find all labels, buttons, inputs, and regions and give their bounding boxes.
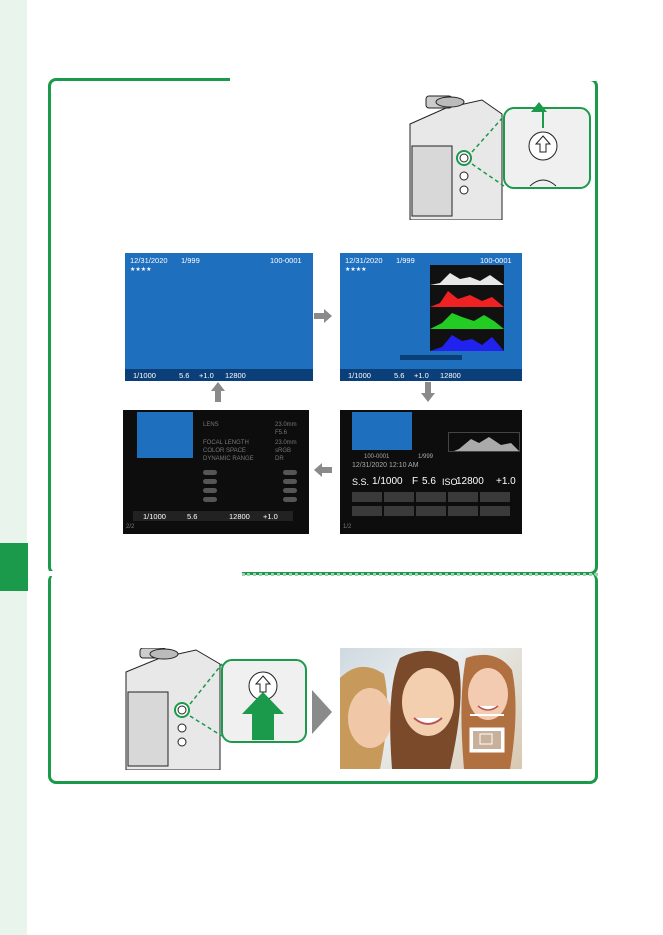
exposure-comp: +1.0 — [263, 512, 278, 521]
rating-stars: ★★★★ — [345, 267, 367, 273]
rating-stars: ★★★★ — [130, 267, 152, 273]
page-indicator: 1/2 — [343, 524, 352, 530]
side-strip — [0, 0, 27, 935]
datetime-text: 12/31/2020 12:10 AM — [352, 462, 419, 469]
info-cell — [416, 492, 446, 502]
info-cell — [448, 506, 478, 516]
shutter-value: 1/1000 — [372, 476, 403, 487]
info-pill — [203, 497, 217, 502]
info-cell — [480, 506, 510, 516]
info-cell — [480, 492, 510, 502]
camera-illustration — [409, 95, 591, 220]
info-cell — [448, 492, 478, 502]
section-header-gap — [230, 74, 602, 81]
dynamic-range-value: DR — [275, 456, 284, 462]
info-pill — [283, 488, 297, 493]
info-pill — [203, 488, 217, 493]
color-space-label: COLOR SPACE — [203, 448, 246, 454]
aperture-value: 5.6 — [394, 371, 405, 380]
dynamic-range-label: DYNAMIC RANGE — [203, 456, 254, 462]
file-number: 100-0001 — [270, 256, 302, 265]
info-pill — [203, 479, 217, 484]
info-pill — [283, 470, 297, 475]
screen-info-page-2: LENS 23.0mm F5.6 FOCAL LENGTH 23.0mm COL… — [123, 410, 309, 534]
iso-value: 12800 — [225, 371, 246, 380]
aperture-value: 5.6 — [187, 512, 198, 521]
luminance-histogram — [448, 432, 520, 452]
iso-value: 12800 — [440, 371, 461, 380]
info-cell — [352, 492, 382, 502]
focal-length-value: 23.0mm — [275, 440, 297, 446]
rgb-histograms — [430, 273, 504, 351]
f-label: F — [412, 476, 419, 487]
thumbnail-preview — [352, 412, 412, 450]
portrait-illustration — [340, 650, 516, 769]
date-text: 12/31/2020 — [345, 256, 383, 265]
info-cell — [416, 506, 446, 516]
shutter-value: 1/1000 — [143, 512, 166, 521]
exposure-comp: +1.0 — [199, 371, 214, 380]
color-space-value: sRGB — [275, 448, 292, 454]
exposure-comp: +1.0 — [496, 476, 516, 487]
status-bar: 1/1000 5.6 +1.0 12800 — [340, 369, 522, 381]
info-cell — [384, 492, 414, 502]
lens-value: 23.0mm — [275, 422, 297, 428]
frame-count: 1/999 — [418, 454, 434, 460]
info-cell — [384, 506, 414, 516]
ss-label: S.S. — [352, 477, 370, 487]
section-header-gap-2 — [48, 571, 242, 576]
file-number: 100-0001 — [364, 454, 390, 460]
lens-value-2: F5.6 — [275, 430, 288, 436]
lens-label: LENS — [203, 422, 219, 428]
progress-strip — [400, 355, 462, 360]
arrow-right-icon — [314, 309, 332, 323]
arrow-right-large-icon — [312, 690, 332, 734]
focal-length-label: FOCAL LENGTH — [203, 440, 249, 446]
histogram-panel — [430, 265, 504, 351]
arrow-up-icon — [211, 382, 225, 402]
page-indicator: 2/2 — [126, 524, 135, 530]
screen-standard-display: 12/31/2020 1/999 100-0001 ★★★★ 1/1000 5.… — [125, 253, 313, 381]
camera-zoom-illustration — [125, 648, 307, 770]
arrow-down-icon — [421, 382, 435, 402]
info-pill — [283, 479, 297, 484]
section-divider — [242, 573, 598, 576]
frame-count: 1/999 — [181, 256, 200, 265]
shutter-value: 1/1000 — [348, 371, 371, 380]
date-text: 12/31/2020 — [130, 256, 168, 265]
screen-info-page-1: 100-0001 1/999 12/31/2020 12:10 AM S.S. … — [340, 410, 522, 534]
status-bar: 1/1000 5.6 +1.0 12800 — [125, 369, 313, 381]
info-pill — [283, 497, 297, 502]
thumbnail-preview — [137, 412, 193, 458]
exposure-comp: +1.0 — [414, 371, 429, 380]
info-cell — [352, 506, 382, 516]
iso-value: 12800 — [229, 512, 250, 521]
zoomed-photo — [340, 648, 522, 769]
arrow-left-icon — [314, 463, 332, 477]
frame-count: 1/999 — [396, 256, 415, 265]
shutter-value: 1/1000 — [133, 371, 156, 380]
file-number: 100-0001 — [480, 256, 512, 265]
aperture-value: 5.6 — [179, 371, 190, 380]
aperture-value: 5.6 — [422, 476, 436, 487]
screen-histogram-display: 12/31/2020 1/999 100-0001 ★★★★ 1/1000 5.… — [340, 253, 522, 381]
chapter-tab — [0, 543, 28, 591]
iso-value: 12800 — [456, 476, 484, 487]
info-pill — [203, 470, 217, 475]
